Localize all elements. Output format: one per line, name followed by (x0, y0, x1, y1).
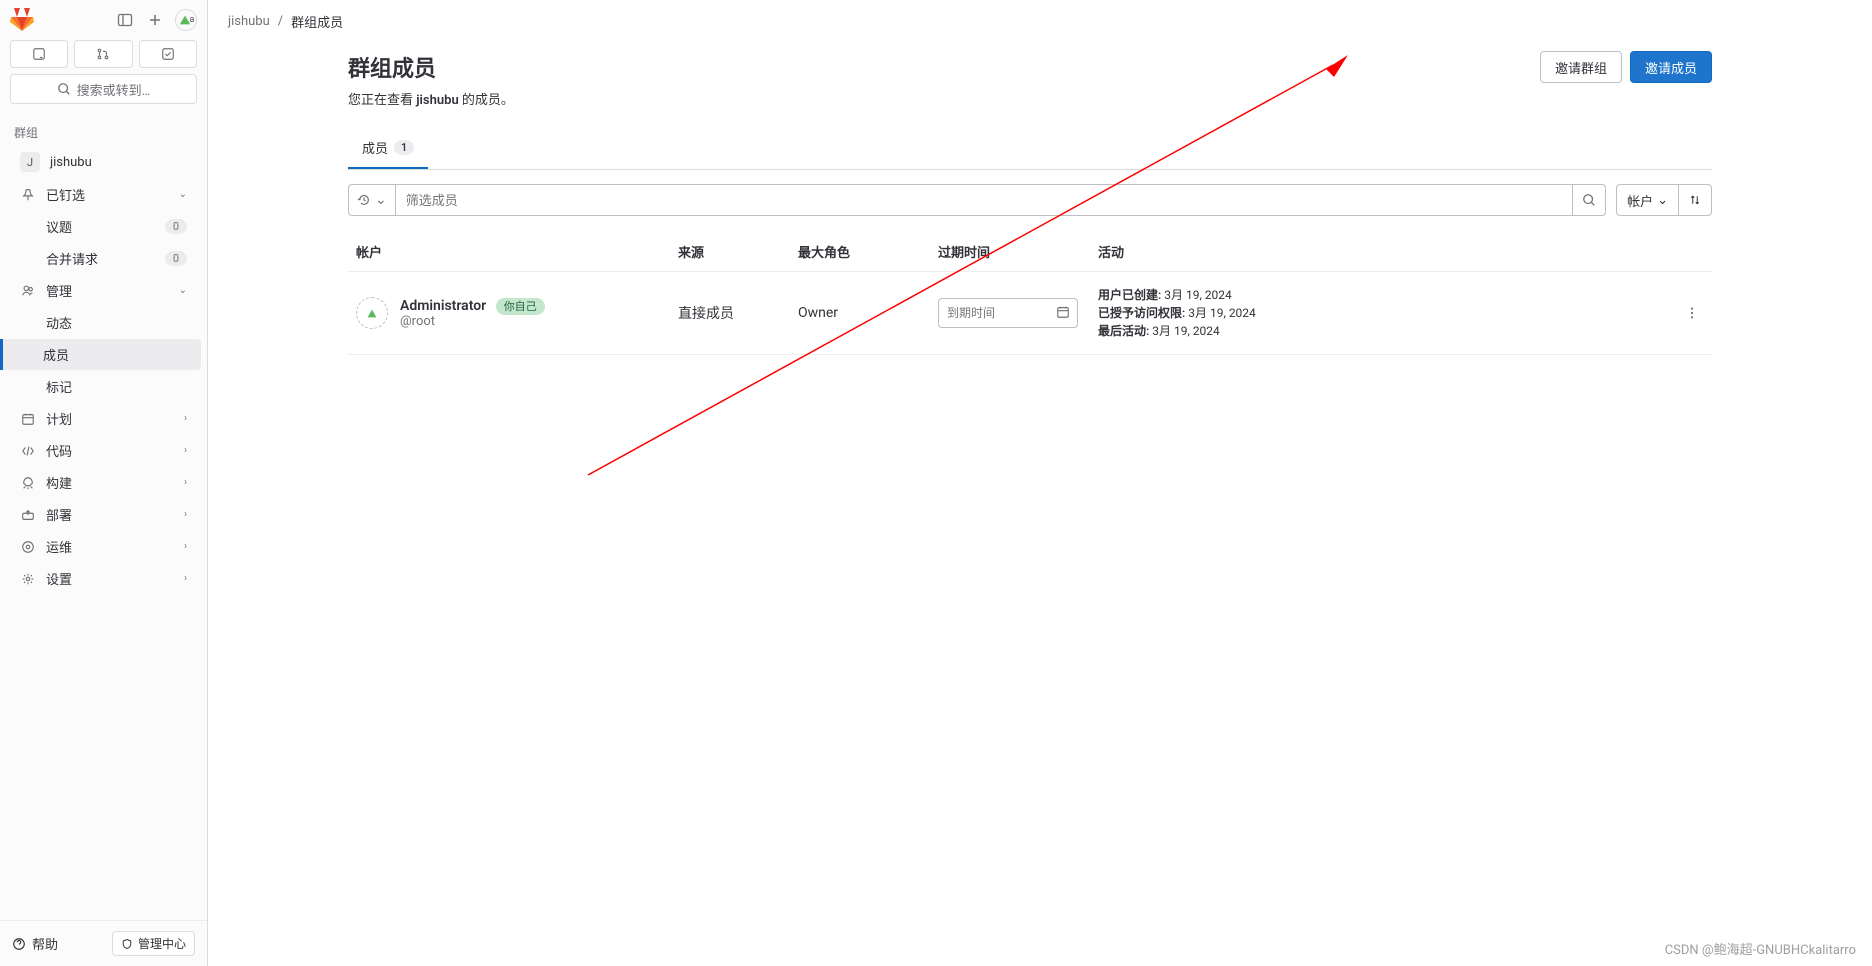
sidebar-group-link[interactable]: J jishubu (6, 146, 201, 178)
sidebar-build[interactable]: 构建 › (6, 467, 201, 498)
chevron-down-icon: ⌄ (375, 192, 387, 208)
admin-button[interactable]: 管理中心 (112, 931, 195, 956)
operate-icon (20, 539, 36, 555)
breadcrumb: jishubu / 群组成员 (208, 0, 1872, 43)
history-icon (357, 193, 371, 207)
chevron-right-icon: › (184, 445, 187, 456)
search-input[interactable]: 搜索或转到… (10, 74, 197, 104)
calendar-icon (20, 411, 36, 427)
kebab-icon (1685, 306, 1699, 320)
chevron-right-icon: › (184, 541, 187, 552)
tab-members[interactable]: 成员 1 (348, 128, 428, 169)
member-name[interactable]: Administrator (400, 298, 486, 314)
sidebar-members[interactable]: 成员 (0, 339, 201, 370)
code-icon (20, 443, 36, 459)
chevron-down-icon: ⌄ (179, 285, 187, 296)
users-icon (20, 283, 36, 299)
sidebar-deploy[interactable]: 部署 › (6, 499, 201, 530)
invite-member-button[interactable]: 邀请成员 (1630, 51, 1712, 83)
group-avatar-icon: J (20, 152, 40, 172)
breadcrumb-page[interactable]: 群组成员 (291, 12, 343, 31)
user-avatar[interactable]: a (175, 9, 197, 31)
issues-shortcut-button[interactable] (10, 40, 68, 68)
sidebar-plan[interactable]: 计划 › (6, 403, 201, 434)
page-subtitle: 您正在查看 jishubu 的成员。 (348, 89, 514, 108)
member-actions-menu[interactable] (1672, 306, 1712, 320)
page-title: 群组成员 (348, 51, 514, 83)
sidebar-issues[interactable]: 议题 0 (6, 211, 201, 242)
sidebar-labels[interactable]: 标记 (6, 371, 201, 402)
gitlab-logo[interactable] (10, 8, 34, 32)
chevron-down-icon: ⌄ (1657, 193, 1668, 208)
history-button[interactable]: ⌄ (348, 184, 395, 216)
watermark: CSDN @鲍海超-GNUBHCkalitarro (1665, 939, 1856, 958)
sidebar-code[interactable]: 代码 › (6, 435, 201, 466)
sidebar-activity[interactable]: 动态 (6, 307, 201, 338)
search-icon (1582, 193, 1596, 207)
admin-icon (121, 938, 133, 950)
rocket-icon (20, 475, 36, 491)
help-link[interactable]: 帮助 (12, 934, 58, 953)
sort-direction-button[interactable] (1678, 184, 1712, 216)
chevron-right-icon: › (184, 573, 187, 584)
member-username: @root (400, 314, 545, 329)
self-badge: 你自己 (496, 298, 545, 315)
sort-icon (1689, 193, 1701, 207)
filter-input[interactable] (395, 184, 1572, 216)
expire-date-input[interactable] (938, 298, 1078, 328)
sidebar-merge-requests[interactable]: 合并请求 0 (6, 243, 201, 274)
sidebar: a 搜索或转到… 群组 J jishubu 已钉选 ⌄ (0, 0, 208, 966)
search-placeholder: 搜索或转到… (77, 80, 151, 99)
deploy-icon (20, 507, 36, 523)
sidebar-settings[interactable]: 设置 › (6, 563, 201, 594)
chevron-right-icon: › (184, 509, 187, 520)
gear-icon (20, 571, 36, 587)
sidebar-manage[interactable]: 管理 ⌄ (6, 275, 201, 306)
chevron-right-icon: › (184, 413, 187, 424)
member-row: Administrator 你自己 @root 直接成员 Owner (348, 272, 1712, 355)
chevron-right-icon: › (184, 477, 187, 488)
member-avatar[interactable] (356, 297, 388, 329)
sort-field-button[interactable]: 帐户 ⌄ (1616, 184, 1678, 216)
plus-icon[interactable] (145, 10, 165, 30)
invite-group-button[interactable]: 邀请群组 (1540, 51, 1622, 83)
breadcrumb-group[interactable]: jishubu (228, 14, 270, 29)
member-activity: 用户已创建: 3月 19, 2024 已授予访问权限: 3月 19, 2024 … (1098, 286, 1672, 340)
search-button[interactable] (1572, 184, 1606, 216)
tabs: 成员 1 (348, 128, 1712, 170)
todos-shortcut-button[interactable] (139, 40, 197, 68)
panel-toggle-icon[interactable] (115, 10, 135, 30)
group-header: 群组 (0, 116, 207, 145)
chevron-down-icon: ⌄ (179, 189, 187, 200)
main-content: jishubu / 群组成员 群组成员 您正在查看 jishubu 的成员。 邀… (208, 0, 1872, 966)
merge-requests-shortcut-button[interactable] (74, 40, 132, 68)
table-header: 帐户 来源 最大角色 过期时间 活动 (348, 232, 1712, 272)
sidebar-pinned[interactable]: 已钉选 ⌄ (6, 179, 201, 210)
help-icon (12, 937, 26, 951)
member-role: Owner (798, 305, 938, 321)
sidebar-operate[interactable]: 运维 › (6, 531, 201, 562)
member-source: 直接成员 (678, 303, 798, 323)
pin-icon (20, 187, 36, 203)
